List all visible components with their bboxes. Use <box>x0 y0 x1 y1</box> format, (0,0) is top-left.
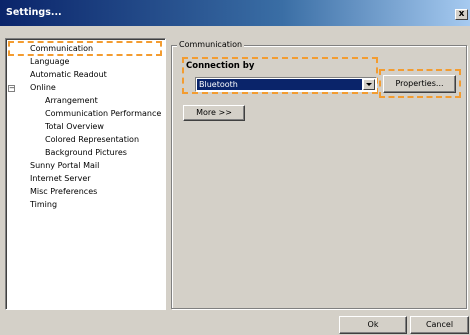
cancel-button[interactable]: Cancel <box>410 316 469 334</box>
nav-item-internet-server[interactable]: Internet Server <box>30 174 91 183</box>
close-button[interactable]: x <box>455 9 468 20</box>
more-button[interactable]: More >> <box>183 105 245 121</box>
nav-item-misc-preferences[interactable]: Misc Preferences <box>30 187 97 196</box>
window-title: Settings... <box>6 7 62 18</box>
nav-item-communication-performance[interactable]: Communication Performance <box>45 109 161 118</box>
dropdown-arrow-icon[interactable] <box>363 79 375 90</box>
connection-label: Connection by <box>186 61 255 71</box>
nav-item-communication[interactable]: Communication <box>30 44 93 53</box>
nav-item-total-overview[interactable]: Total Overview <box>45 122 104 131</box>
ok-button[interactable]: Ok <box>339 316 407 334</box>
group-label: Communication <box>177 40 245 49</box>
nav-item-online[interactable]: Online <box>30 83 56 92</box>
connection-value[interactable]: Bluetooth <box>197 79 362 90</box>
settings-window: Settings... x Communication Language Aut… <box>0 0 470 335</box>
nav-item-timing[interactable]: Timing <box>30 200 57 209</box>
connection-select[interactable]: Bluetooth <box>195 77 377 92</box>
title-bar[interactable]: Settings... x <box>0 0 470 26</box>
properties-button[interactable]: Properties... <box>383 75 456 93</box>
nav-item-language[interactable]: Language <box>30 57 69 66</box>
nav-item-colored-representation[interactable]: Colored Representation <box>45 135 139 144</box>
nav-item-arrangement[interactable]: Arrangement <box>45 96 98 105</box>
nav-item-background-pictures[interactable]: Background Pictures <box>45 148 127 157</box>
collapse-icon[interactable]: − <box>8 85 15 92</box>
nav-item-sunny-portal-mail[interactable]: Sunny Portal Mail <box>30 161 99 170</box>
nav-item-automatic-readout[interactable]: Automatic Readout <box>30 70 107 79</box>
